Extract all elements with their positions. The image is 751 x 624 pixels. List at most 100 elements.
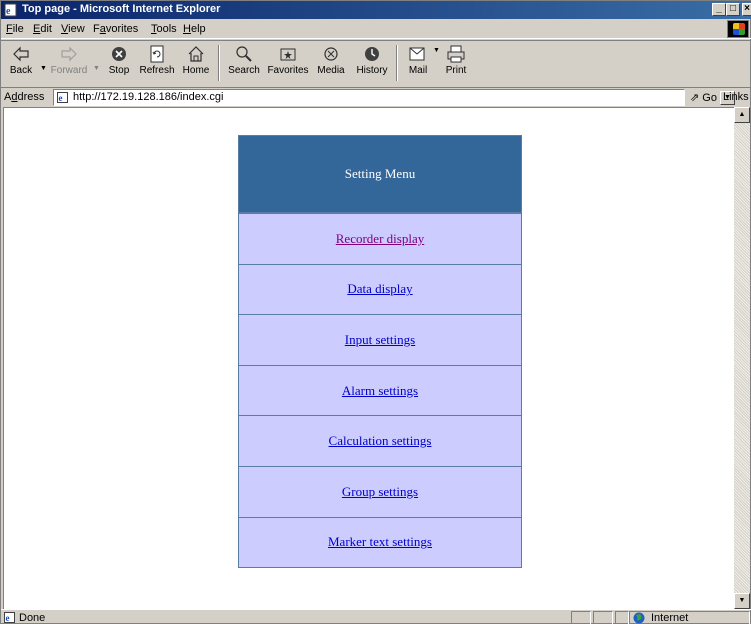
security-zone-label: Internet	[651, 612, 689, 624]
address-bar: Address e http://172.19.128.186/index.cg…	[1, 89, 751, 106]
address-url: http://172.19.128.186/index.cgi	[73, 91, 224, 103]
media-label: Media	[317, 65, 345, 76]
print-label: Print	[445, 65, 467, 76]
search-button[interactable]: Search	[224, 43, 264, 83]
refresh-button[interactable]: Refresh	[137, 43, 177, 83]
stop-label: Stop	[108, 65, 130, 76]
address-label-rest: dress	[17, 91, 45, 103]
group-settings-link[interactable]: Group settings	[342, 484, 418, 500]
maximize-button[interactable]: □	[726, 3, 740, 16]
printer-icon	[447, 45, 465, 63]
back-label: Back	[9, 65, 33, 76]
input-settings-link[interactable]: Input settings	[345, 332, 415, 348]
refresh-label: Refresh	[139, 65, 175, 76]
menu-row-data-display: Data display	[239, 263, 521, 315]
calculation-settings-link[interactable]: Calculation settings	[329, 433, 432, 449]
history-button[interactable]: History	[353, 43, 391, 83]
data-display-link[interactable]: Data display	[347, 281, 412, 297]
menu-file-label: ile	[12, 23, 24, 35]
mail-dropdown-icon[interactable]: ▼	[433, 47, 440, 54]
stop-icon	[112, 47, 126, 61]
status-pane	[571, 611, 591, 624]
menu-bar: File Edit View Favorites Tools Help	[1, 19, 751, 39]
status-pane	[593, 611, 613, 624]
menu-tools-label: ools	[156, 23, 177, 35]
menu-favorites-label: vorites	[105, 23, 139, 35]
svg-text:e: e	[6, 613, 10, 623]
favorites-label: Favorites	[267, 65, 309, 76]
marker-text-settings-link[interactable]: Marker text settings	[328, 534, 432, 550]
home-button[interactable]: Home	[179, 43, 213, 83]
window-title: Top page - Microsoft Internet Explorer	[22, 3, 221, 15]
menu-favorites[interactable]: Favorites	[93, 23, 138, 35]
forward-button[interactable]: Forward	[49, 43, 89, 83]
go-arrow-icon: ⇗	[690, 92, 700, 104]
print-button[interactable]: Print	[441, 43, 471, 83]
forward-dropdown-icon[interactable]: ▼	[93, 65, 100, 72]
setting-menu-header: Setting Menu	[239, 136, 521, 213]
close-button[interactable]: ×	[742, 3, 751, 16]
mail-icon	[409, 47, 425, 61]
recorder-display-link[interactable]: Recorder display	[336, 231, 424, 247]
go-button[interactable]: ⇗ Go	[690, 91, 717, 104]
history-label: History	[356, 65, 388, 76]
scroll-down-button[interactable]: ▼	[734, 593, 750, 609]
page-done-icon: e	[4, 612, 15, 623]
menu-row-calculation-settings: Calculation settings	[239, 415, 521, 466]
history-icon	[365, 47, 379, 61]
toolbar-separator	[218, 45, 220, 81]
menu-help-accel: H	[183, 23, 191, 35]
svg-text:e: e	[59, 93, 63, 103]
favorites-star-icon	[280, 48, 296, 61]
refresh-icon	[150, 45, 164, 63]
page-content: Setting Menu Recorder display Data displ…	[3, 107, 734, 609]
menu-view-label: iew	[68, 23, 85, 35]
menu-row-input-settings: Input settings	[239, 314, 521, 365]
menu-help[interactable]: Help	[183, 23, 206, 35]
windows-flag-icon	[733, 23, 745, 35]
minimize-button[interactable]: _	[712, 3, 726, 16]
forward-arrow-icon	[61, 46, 77, 62]
status-bar: e Done Internet	[1, 609, 751, 624]
forward-label: Forward	[50, 65, 88, 76]
back-button[interactable]: Back	[5, 43, 37, 83]
menu-edit[interactable]: Edit	[33, 23, 52, 35]
media-icon	[324, 47, 338, 61]
links-button[interactable]: Links »	[723, 91, 751, 103]
ie-page-icon: e	[4, 3, 17, 17]
menu-tools[interactable]: Tools	[151, 23, 177, 35]
address-input[interactable]: e http://172.19.128.186/index.cgi ▼	[53, 89, 735, 106]
vertical-scrollbar[interactable]: ▲ ▼	[734, 107, 750, 609]
alarm-settings-link[interactable]: Alarm settings	[342, 383, 418, 399]
back-dropdown-icon[interactable]: ▼	[40, 65, 47, 72]
menu-row-alarm-settings: Alarm settings	[239, 364, 521, 416]
svg-text:e: e	[6, 6, 11, 17]
menu-favorites-pre: F	[93, 23, 100, 35]
back-arrow-icon	[13, 46, 29, 62]
home-icon	[188, 46, 204, 62]
mail-label: Mail	[408, 65, 428, 76]
zone-pane	[629, 611, 750, 624]
menu-file[interactable]: File	[6, 23, 24, 35]
menu-view[interactable]: View	[61, 23, 85, 35]
title-bar[interactable]: e Top page - Microsoft Internet Explorer…	[1, 1, 751, 19]
menu-row-group-settings: Group settings	[239, 465, 521, 517]
standard-toolbar: Back ▼ Forward ▼ Stop Refresh Home Searc…	[1, 40, 751, 88]
menu-row-recorder-display: Recorder display	[239, 213, 521, 264]
favorites-button[interactable]: Favorites	[264, 43, 312, 83]
media-button[interactable]: Media	[314, 43, 348, 83]
menu-edit-label: dit	[40, 23, 52, 35]
page-favicon-icon: e	[57, 92, 68, 103]
search-label: Search	[228, 65, 260, 76]
menu-row-marker-text-settings: Marker text settings	[239, 516, 521, 568]
scroll-up-button[interactable]: ▲	[734, 107, 750, 123]
menu-help-label: elp	[190, 23, 206, 35]
mail-button[interactable]: Mail	[403, 43, 433, 83]
status-pane	[615, 611, 629, 624]
ie-throbber-logo	[727, 20, 749, 38]
stop-button[interactable]: Stop	[103, 43, 135, 83]
status-text: Done	[19, 612, 46, 624]
address-label: Address	[4, 91, 44, 103]
go-label: Go	[702, 92, 717, 104]
menu-file-accel: F	[6, 23, 13, 35]
